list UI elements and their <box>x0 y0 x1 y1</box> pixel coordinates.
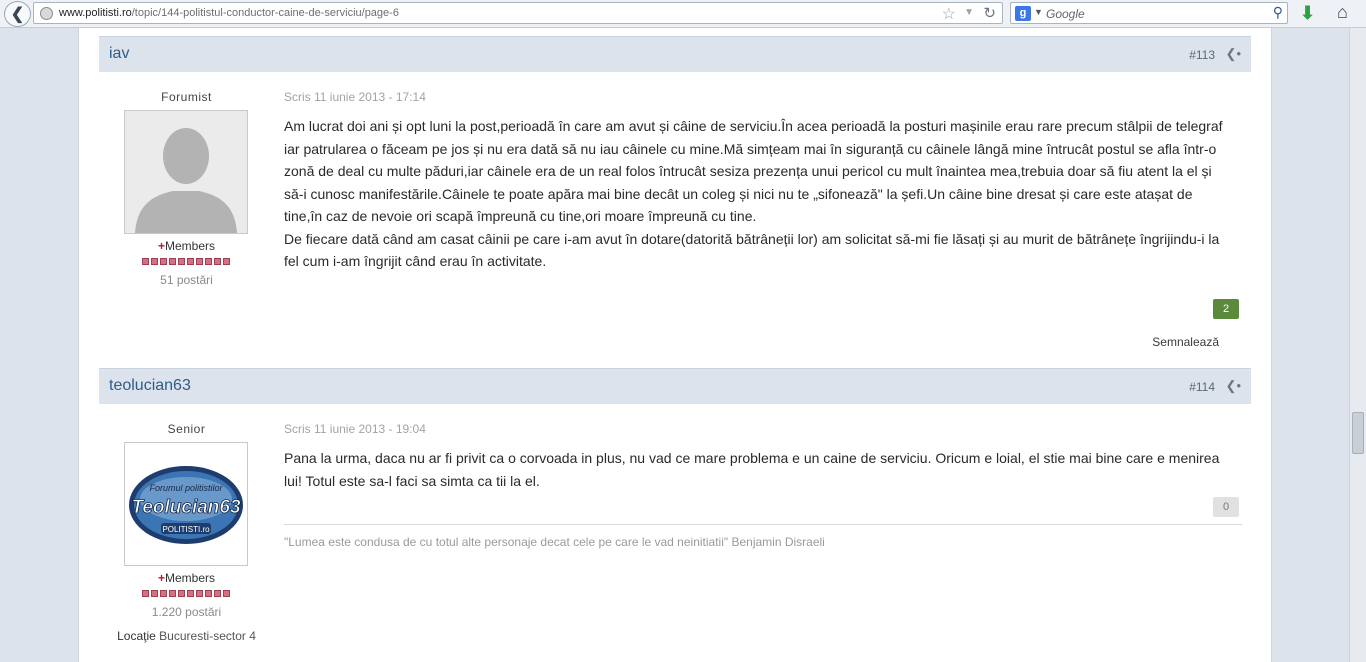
address-bar[interactable]: www.politisti.ro/topic/144-politistul-co… <box>33 2 1003 24</box>
scrollbar-thumb[interactable] <box>1352 412 1364 454</box>
share-icon[interactable]: ❮• <box>1226 46 1241 62</box>
author-info: Senior <box>99 422 274 436</box>
google-icon[interactable]: g <box>1015 6 1031 21</box>
forum-post: teolucian63 #114 ❮• Senior Forumul polit… <box>99 368 1251 662</box>
rank-pips <box>142 258 230 266</box>
author-info: Forumist <box>99 90 274 104</box>
svg-text:Forumul politistilor: Forumul politistilor <box>149 483 223 493</box>
svg-text:Teolucian63: Teolucian63 <box>131 497 241 518</box>
signature-divider <box>284 524 1242 525</box>
site-identity-icon[interactable] <box>40 7 53 20</box>
forum-post: iav #113 ❮• Forumist +Members 51 postări… <box>99 36 1251 368</box>
reputation-badge[interactable]: 0 <box>1213 497 1239 517</box>
avatar[interactable]: Forumul politistilor Teolucian63 POLITIS… <box>124 442 248 566</box>
reputation-badge[interactable]: 2 <box>1213 299 1239 319</box>
share-icon[interactable]: ❮• <box>1226 378 1241 394</box>
rank-title: Forumist <box>161 90 212 104</box>
post-date: Scris 11 iunie 2013 - 17:14 <box>284 90 426 104</box>
url-dropdown-icon[interactable]: ▼ <box>964 7 974 18</box>
post-number-link[interactable]: #114 <box>1189 380 1215 394</box>
avatar[interactable] <box>124 110 248 234</box>
svg-text:POLITISTI.ro: POLITISTI.ro <box>162 525 210 534</box>
rank-title: Senior <box>167 422 206 436</box>
search-input[interactable]: Google <box>1046 7 1085 21</box>
member-location: Locaţie Bucuresti-sector 4 <box>117 629 256 643</box>
member-group: +Members <box>157 571 216 585</box>
browser-toolbar: ❮ www.politisti.ro/topic/144-politistul-… <box>0 0 1366 28</box>
download-icon[interactable]: ⬇ <box>1300 3 1315 24</box>
url-text[interactable]: www.politisti.ro/topic/144-politistul-co… <box>59 7 399 19</box>
post-body: Pana la urma, daca nu ar fi privit ca o … <box>284 450 1220 489</box>
forum-page: iav #113 ❮• Forumist +Members 51 postări… <box>78 28 1272 662</box>
arrow-left-icon: ❮ <box>10 6 25 23</box>
post-header: teolucian63 #114 ❮• <box>99 368 1251 404</box>
post-header: iav #113 ❮• <box>99 36 1251 72</box>
post-author-link[interactable]: teolucian63 <box>109 377 191 395</box>
post-count: 1.220 postări <box>151 605 222 619</box>
post-count: 51 postări <box>160 273 213 287</box>
reload-icon[interactable]: ↻ <box>983 4 996 22</box>
search-bar[interactable]: g ▼ Google ⚲ <box>1010 2 1288 24</box>
bookmark-star-icon[interactable]: ☆ <box>942 4 956 24</box>
rank-pips <box>142 590 230 598</box>
post-body: Am lucrat doi ani și opt luni la post,pe… <box>284 118 1223 269</box>
signature: "Lumea este condusa de cu totul alte per… <box>284 535 825 549</box>
back-button[interactable]: ❮ <box>4 1 31 27</box>
engine-dropdown-icon[interactable]: ▼ <box>1034 7 1043 17</box>
report-link[interactable]: Semnalează <box>1152 335 1219 349</box>
home-icon[interactable]: ⌂ <box>1337 2 1348 23</box>
member-group: +Members <box>157 239 216 253</box>
post-number-link[interactable]: #113 <box>1189 48 1215 62</box>
page-scrollbar[interactable] <box>1349 28 1366 662</box>
default-avatar-icon <box>125 111 247 233</box>
post-date: Scris 11 iunie 2013 - 19:04 <box>284 422 426 436</box>
avatar-logo: Forumul politistilor Teolucian63 POLITIS… <box>125 443 247 565</box>
post-author-link[interactable]: iav <box>109 45 129 63</box>
search-icon[interactable]: ⚲ <box>1273 4 1283 21</box>
